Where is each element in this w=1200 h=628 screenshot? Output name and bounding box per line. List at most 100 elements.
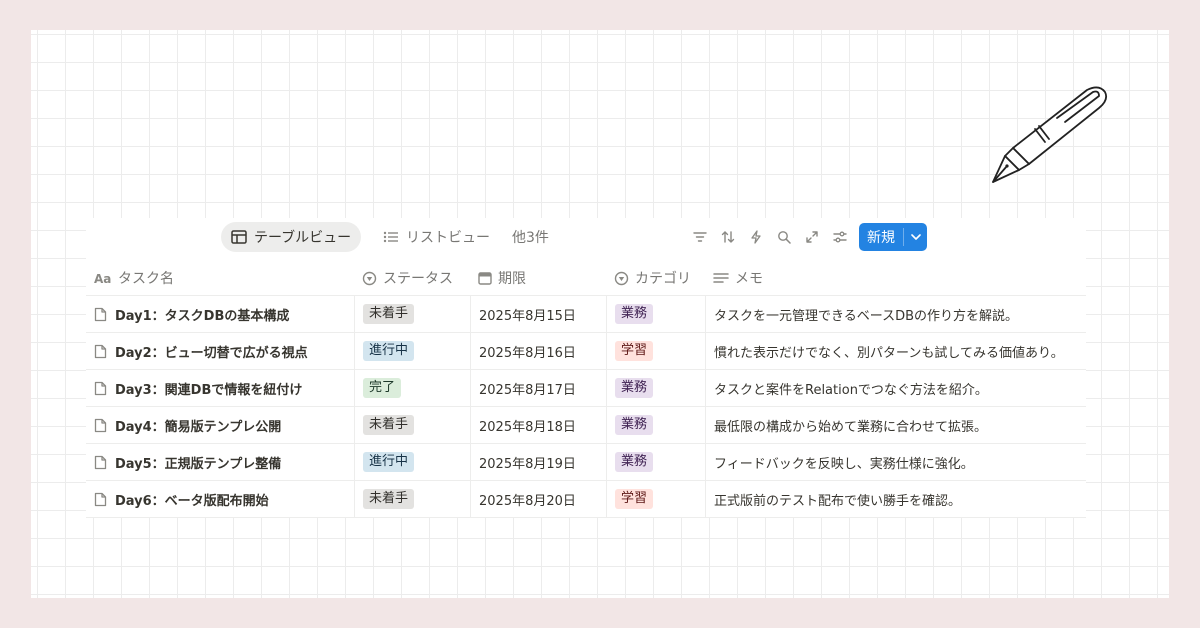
due-cell[interactable]: 2025年8月20日 [470, 481, 606, 517]
due-cell[interactable]: 2025年8月19日 [470, 444, 606, 480]
table-row[interactable]: Day5：正規版テンプレ整備 進行中 2025年8月19日 業務 フィードバックを反映し… [86, 444, 1086, 481]
table-header: Aa タスク名 ステータス 期限 カテゴリ メモ [86, 261, 1086, 296]
memo-cell[interactable]: タスクを一元管理できるベースDBの作り方を解説。 [705, 296, 1086, 332]
filter-button[interactable] [691, 228, 709, 246]
category-cell[interactable]: 業務 [606, 296, 705, 332]
chevron-down-icon [910, 234, 921, 240]
filter-icon [693, 232, 707, 242]
tab-list-view[interactable]: リストビュー [373, 222, 500, 252]
task-cell[interactable]: Day5：正規版テンプレ整備 [86, 444, 354, 480]
column-header-category[interactable]: カテゴリ [614, 261, 691, 295]
tab-label: リストビュー [406, 230, 490, 246]
status-cell[interactable]: 完了 [354, 370, 470, 406]
category-cell[interactable]: 業務 [606, 370, 705, 406]
sort-button[interactable] [719, 228, 737, 246]
task-title: Day6：ベータ版配布開始 [115, 493, 269, 509]
memo-cell[interactable]: 慣れた表示だけでなく、別パターンも試してみる価値あり。 [705, 333, 1086, 369]
column-header-memo[interactable]: メモ [713, 261, 763, 295]
memo-text: フィードバックを反映し、実務仕様に強化。 [714, 456, 974, 472]
search-button[interactable] [775, 228, 793, 246]
tab-label: テーブルビュー [254, 230, 352, 246]
new-button[interactable]: 新規 [859, 223, 903, 251]
status-badge: 進行中 [363, 452, 415, 472]
category-cell[interactable]: 業務 [606, 407, 705, 443]
status-badge: 未着手 [363, 415, 415, 435]
category-badge: 業務 [615, 304, 654, 324]
category-cell[interactable]: 業務 [606, 444, 705, 480]
status-badge: 未着手 [363, 489, 415, 509]
category-badge: 業務 [615, 378, 654, 398]
memo-cell[interactable]: フィードバックを反映し、実務仕様に強化。 [705, 444, 1086, 480]
table-row[interactable]: Day4：簡易版テンプレ公開 未着手 2025年8月18日 業務 最低限の構成から始めて… [86, 407, 1086, 444]
table-row[interactable]: Day3：関連DBで情報を紐付け 完了 2025年8月17日 業務 タスクと案件をRel… [86, 370, 1086, 407]
automation-button[interactable] [747, 228, 765, 246]
page-icon [94, 492, 107, 506]
page-icon [94, 381, 107, 395]
category-cell[interactable]: 学習 [606, 481, 705, 517]
table-row[interactable]: Day2：ビュー切替で広がる視点 進行中 2025年8月16日 学習 慣れた表示だけでな… [86, 333, 1086, 370]
due-date: 2025年8月17日 [479, 382, 576, 398]
category-cell[interactable]: 学習 [606, 333, 705, 369]
task-title: Day3：関連DBで情報を紐付け [115, 382, 303, 398]
task-title: Day1：タスクDBの基本構成 [115, 308, 290, 324]
status-cell[interactable]: 未着手 [354, 296, 470, 332]
task-cell[interactable]: Day6：ベータ版配布開始 [86, 481, 354, 517]
database-panel: テーブルビュー リストビュー 他3件 新規 Aa タスク名 ステータス 期限 カ… [86, 218, 1086, 518]
category-badge: 業務 [615, 452, 654, 472]
status-icon [362, 271, 377, 285]
page-icon [94, 307, 107, 321]
tab-table-view[interactable]: テーブルビュー [221, 222, 362, 252]
memo-text: タスクを一元管理できるベースDBの作り方を解説。 [714, 308, 1019, 324]
task-cell[interactable]: Day3：関連DBで情報を紐付け [86, 370, 354, 406]
status-badge: 完了 [363, 378, 402, 398]
table-row[interactable]: Day6：ベータ版配布開始 未着手 2025年8月20日 学習 正式版前のテスト配布で使… [86, 481, 1086, 518]
due-date: 2025年8月20日 [479, 493, 576, 509]
search-icon [778, 231, 791, 244]
table-row[interactable]: Day1：タスクDBの基本構成 未着手 2025年8月15日 業務 タスクを一元管理でき… [86, 296, 1086, 333]
column-header-due[interactable]: 期限 [478, 261, 526, 295]
more-views-button[interactable]: 他3件 [502, 222, 559, 252]
table-icon [231, 230, 247, 244]
new-dropdown-button[interactable] [904, 223, 927, 251]
due-date: 2025年8月16日 [479, 345, 576, 361]
memo-text: タスクと案件をRelationでつなぐ方法を紹介。 [714, 382, 988, 398]
status-cell[interactable]: 未着手 [354, 407, 470, 443]
view-bar: テーブルビュー リストビュー 他3件 新規 [86, 218, 1086, 256]
category-badge: 業務 [615, 415, 654, 435]
calendar-icon [478, 272, 492, 285]
text-icon [713, 273, 729, 283]
svg-text:Aa: Aa [94, 272, 111, 284]
status-cell[interactable]: 進行中 [354, 444, 470, 480]
list-icon [383, 231, 398, 243]
column-label: 期限 [498, 271, 526, 287]
sort-icon [721, 231, 735, 243]
due-cell[interactable]: 2025年8月16日 [470, 333, 606, 369]
expand-icon [806, 231, 818, 243]
page-icon [94, 455, 107, 469]
memo-cell[interactable]: タスクと案件をRelationでつなぐ方法を紹介。 [705, 370, 1086, 406]
status-cell[interactable]: 進行中 [354, 333, 470, 369]
column-header-task[interactable]: Aa タスク名 [94, 261, 174, 295]
due-cell[interactable]: 2025年8月18日 [470, 407, 606, 443]
task-cell[interactable]: Day4：簡易版テンプレ公開 [86, 407, 354, 443]
expand-button[interactable] [803, 228, 821, 246]
status-badge: 未着手 [363, 304, 415, 324]
task-title: Day2：ビュー切替で広がる視点 [115, 345, 308, 361]
column-header-status[interactable]: ステータス [362, 261, 453, 295]
due-cell[interactable]: 2025年8月15日 [470, 296, 606, 332]
task-title: Day4：簡易版テンプレ公開 [115, 419, 282, 435]
memo-cell[interactable]: 正式版前のテスト配布で使い勝手を確認。 [705, 481, 1086, 517]
column-label: ステータス [383, 271, 453, 287]
due-cell[interactable]: 2025年8月17日 [470, 370, 606, 406]
status-cell[interactable]: 未着手 [354, 481, 470, 517]
status-badge: 進行中 [363, 341, 415, 361]
task-cell[interactable]: Day1：タスクDBの基本構成 [86, 296, 354, 332]
due-date: 2025年8月18日 [479, 419, 576, 435]
task-cell[interactable]: Day2：ビュー切替で広がる視点 [86, 333, 354, 369]
title-icon: Aa [94, 272, 111, 284]
fountain-pen-icon [992, 86, 1108, 183]
memo-cell[interactable]: 最低限の構成から始めて業務に合わせて拡張。 [705, 407, 1086, 443]
settings-button[interactable] [831, 228, 849, 246]
page-icon [94, 418, 107, 432]
table-body: Day1：タスクDBの基本構成 未着手 2025年8月15日 業務 タスクを一元管理でき… [86, 296, 1086, 518]
